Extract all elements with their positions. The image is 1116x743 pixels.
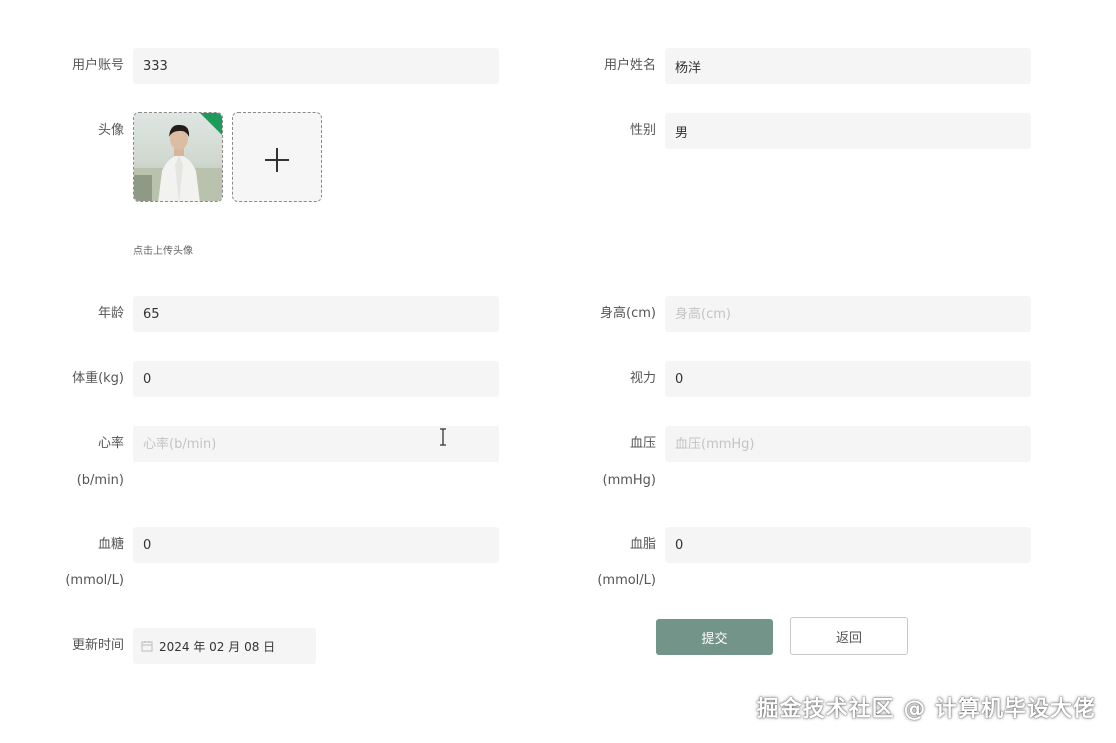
name-field[interactable] [665, 48, 1031, 84]
blood-sugar-label: 血糖 [97, 537, 124, 552]
blood-pressure-unit-label: (mmHg) [602, 473, 657, 488]
heart-rate-label: 心率 [97, 436, 124, 451]
gender-field[interactable]: 男 [665, 113, 1031, 149]
update-time-label: 更新时间 [71, 638, 124, 653]
submit-button[interactable]: 提交 [656, 619, 773, 655]
vision-label: 视力 [629, 371, 656, 386]
plus-icon [265, 148, 289, 172]
blood-lipid-unit-label: (mmol/L) [597, 573, 656, 588]
account-field[interactable] [133, 48, 499, 84]
blood-pressure-field[interactable] [665, 426, 1031, 462]
name-label: 用户姓名 [603, 58, 656, 73]
account-label: 用户账号 [71, 58, 124, 73]
update-time-picker[interactable]: 2024 年 02 月 08 日 [133, 628, 316, 664]
gender-label: 性别 [629, 123, 656, 138]
weight-input[interactable] [143, 371, 489, 387]
blood-lipid-label: 血脂 [629, 537, 656, 552]
weight-field[interactable] [133, 361, 499, 397]
avatar-upload-button[interactable] [232, 112, 322, 202]
heart-rate-unit-label: (b/min) [76, 473, 124, 488]
age-field[interactable] [133, 296, 499, 332]
text-cursor-icon [440, 428, 446, 446]
calendar-icon [141, 641, 153, 652]
age-input[interactable] [143, 306, 489, 322]
height-field[interactable] [665, 296, 1031, 332]
age-label: 年龄 [97, 306, 124, 321]
avatar-preview[interactable] [133, 112, 223, 202]
avatar-photo [134, 113, 222, 201]
name-input[interactable] [675, 58, 1021, 74]
height-input[interactable] [675, 306, 1021, 322]
blood-sugar-field[interactable] [133, 527, 499, 563]
vision-input[interactable] [675, 371, 1021, 387]
blood-lipid-field[interactable] [665, 527, 1031, 563]
watermark: 掘金技术社区 @ 计算机毕设大佬 [756, 697, 1096, 722]
gender-value: 男 [675, 125, 689, 141]
avatar-label: 头像 [97, 123, 124, 138]
back-button[interactable]: 返回 [790, 617, 908, 655]
blood-pressure-label: 血压 [629, 436, 656, 451]
update-time-value: 2024 年 02 月 08 日 [159, 639, 276, 654]
blood-pressure-input[interactable] [675, 436, 1021, 452]
blood-sugar-unit-label: (mmol/L) [65, 573, 124, 588]
blood-lipid-input[interactable] [675, 537, 1021, 553]
blood-sugar-input[interactable] [143, 537, 489, 553]
weight-label: 体重(kg) [72, 371, 124, 386]
height-label: 身高(cm) [600, 306, 656, 321]
avatar-hint: 点击上传头像 [133, 246, 193, 257]
vision-field[interactable] [665, 361, 1031, 397]
account-input[interactable] [143, 58, 489, 74]
